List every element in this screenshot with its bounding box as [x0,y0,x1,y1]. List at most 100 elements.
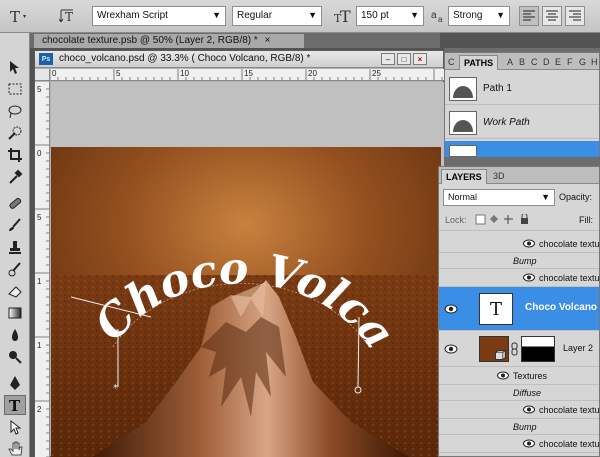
ruler-origin[interactable] [35,69,50,81]
layer-effect-row[interactable]: chocolate textu [439,269,600,287]
tools-panel: T [0,33,30,457]
ruler-label: 5 [37,85,42,94]
layer-effect-row[interactable]: Diffuse [439,385,599,401]
layer-effect-row[interactable]: Bump [439,419,599,435]
font-style-dropdown[interactable]: Regular ▼ [232,6,322,26]
document-tabs: chocolate texture.psb @ 50% (Layer 2, RG… [30,33,440,48]
move-tool-icon[interactable] [4,57,26,77]
layer-effect-row[interactable]: Bump [439,253,599,269]
align-center-button[interactable] [542,6,562,26]
close-button[interactable]: × [413,53,427,65]
align-right-button[interactable] [565,6,585,26]
document-title-bar[interactable]: Ps choco_volcano.psd @ 33.3% ( Choco Vol… [35,51,443,68]
healing-brush-tool-icon[interactable] [4,193,26,213]
eye-icon[interactable] [523,405,535,414]
photoshop-document-icon: Ps [39,53,53,65]
layer-effect-label: Bump [513,256,537,266]
chevron-down-icon: ▼ [308,10,317,20]
layer-row[interactable]: Layer 2 [439,331,599,367]
layer-effect-row[interactable]: chocolate textu [439,435,600,453]
layer-effect-row[interactable]: chocolate textu [439,401,600,419]
quick-selection-tool-icon[interactable] [4,123,26,143]
image-canvas[interactable]: Choco Volcano * [51,147,441,457]
path-item-selected[interactable] [445,141,599,157]
layer-row-selected[interactable]: T Choco Volcano [439,287,599,331]
svg-text:T: T [10,8,20,25]
horizontal-ruler[interactable]: 0 5 10 15 20 25 [50,69,445,81]
path-name: Path 1 [483,83,512,94]
vertical-ruler[interactable]: 5 0 5 1 1 2 [35,81,50,457]
marquee-tool-icon[interactable] [4,79,26,99]
ruler-label: 0 [52,69,57,78]
clone-stamp-tool-icon[interactable] [4,237,26,257]
blend-mode-value: Normal [448,192,478,202]
eye-icon[interactable] [523,273,535,282]
document-window: Ps choco_volcano.psd @ 33.3% ( Choco Vol… [34,50,445,457]
blend-mode-dropdown[interactable]: Normal ▼ [443,189,555,206]
layer-effect-label: chocolate textu [539,439,600,449]
eye-icon[interactable] [444,304,458,314]
lock-label: Lock: [445,215,467,225]
path-item[interactable]: Work Path [445,107,599,139]
minimize-button[interactable]: – [381,53,395,65]
eye-icon[interactable] [523,239,535,248]
close-icon[interactable]: × [265,35,271,46]
brush-tool-icon[interactable] [4,215,26,235]
layer-group-label: Textures [513,371,548,381]
svg-text:T: T [9,397,21,413]
history-brush-tool-icon[interactable] [4,259,26,279]
tab-3d[interactable]: 3D [489,169,509,184]
gradient-tool-icon[interactable] [4,303,26,323]
layer-effect-row[interactable]: chocolate textu [439,235,600,253]
panel-side-icon[interactable]: C [444,55,458,70]
type-tool-icon[interactable]: T [4,395,26,415]
fill-label: Fill: [579,215,593,225]
ruler-label: 25 [372,69,381,78]
font-size-icon: T T [332,6,354,26]
hand-tool-icon[interactable] [4,439,26,457]
blur-tool-icon[interactable] [4,325,26,345]
layer-group-row[interactable]: Textures [439,367,599,385]
antialias-icon-large-a: a [431,10,437,21]
eye-icon[interactable] [444,344,458,354]
tab-chocolate-texture-label: chocolate texture.psb @ 50% (Layer 2, RG… [42,35,258,46]
lock-icons[interactable] [475,214,545,226]
vertical-ruler-ticks [35,81,49,457]
chevron-down-icon: ▼ [496,10,505,20]
eyedropper-tool-icon[interactable] [4,167,26,187]
svg-text:*: * [113,383,118,394]
ruler-label: 1 [37,341,42,350]
layer-effect-label: Diffuse [513,388,542,398]
font-size-dropdown[interactable]: 150 pt ▼ [356,6,424,26]
tab-layers[interactable]: LAYERS [441,169,487,184]
pen-tool-icon[interactable] [4,373,26,393]
options-bar: T T Wrexham Script ▼ Regular ▼ T T 150 p… [0,0,600,33]
ruler-label: 20 [308,69,317,78]
antialias-value: Strong [453,10,483,21]
eraser-tool-icon[interactable] [4,281,26,301]
font-size-icon-large-t: T [340,7,351,25]
path-selection-tool-icon[interactable] [4,417,26,437]
chain-link-icon[interactable] [511,342,519,356]
chevron-down-icon: ▼ [541,192,550,202]
crop-tool-icon[interactable] [4,145,26,165]
tab-h[interactable]: H [587,55,600,70]
tab-paths[interactable]: PATHS [459,55,499,70]
align-left-button[interactable] [519,6,539,26]
opacity-label: Opacity: [559,192,593,202]
path-item[interactable]: Path 1 [445,73,599,105]
maximize-button[interactable]: □ [397,53,411,65]
type-tool-preset-icon[interactable]: T [6,6,30,26]
lasso-tool-icon[interactable] [4,101,26,121]
layer-name: Layer 2 [563,343,594,353]
eye-icon[interactable] [497,371,509,380]
eye-icon[interactable] [523,439,535,448]
toggle-text-orientation-icon[interactable]: T [58,6,80,26]
tab-chocolate-texture[interactable]: chocolate texture.psb @ 50% (Layer 2, RG… [34,34,304,48]
layer-mask-thumbnail[interactable] [521,336,555,362]
antialias-dropdown[interactable]: Strong ▼ [448,6,510,26]
font-family-dropdown[interactable]: Wrexham Script ▼ [92,6,226,26]
chevron-down-icon: ▼ [410,10,419,20]
dodge-tool-icon[interactable] [4,347,26,367]
align-center-icon [546,10,558,21]
